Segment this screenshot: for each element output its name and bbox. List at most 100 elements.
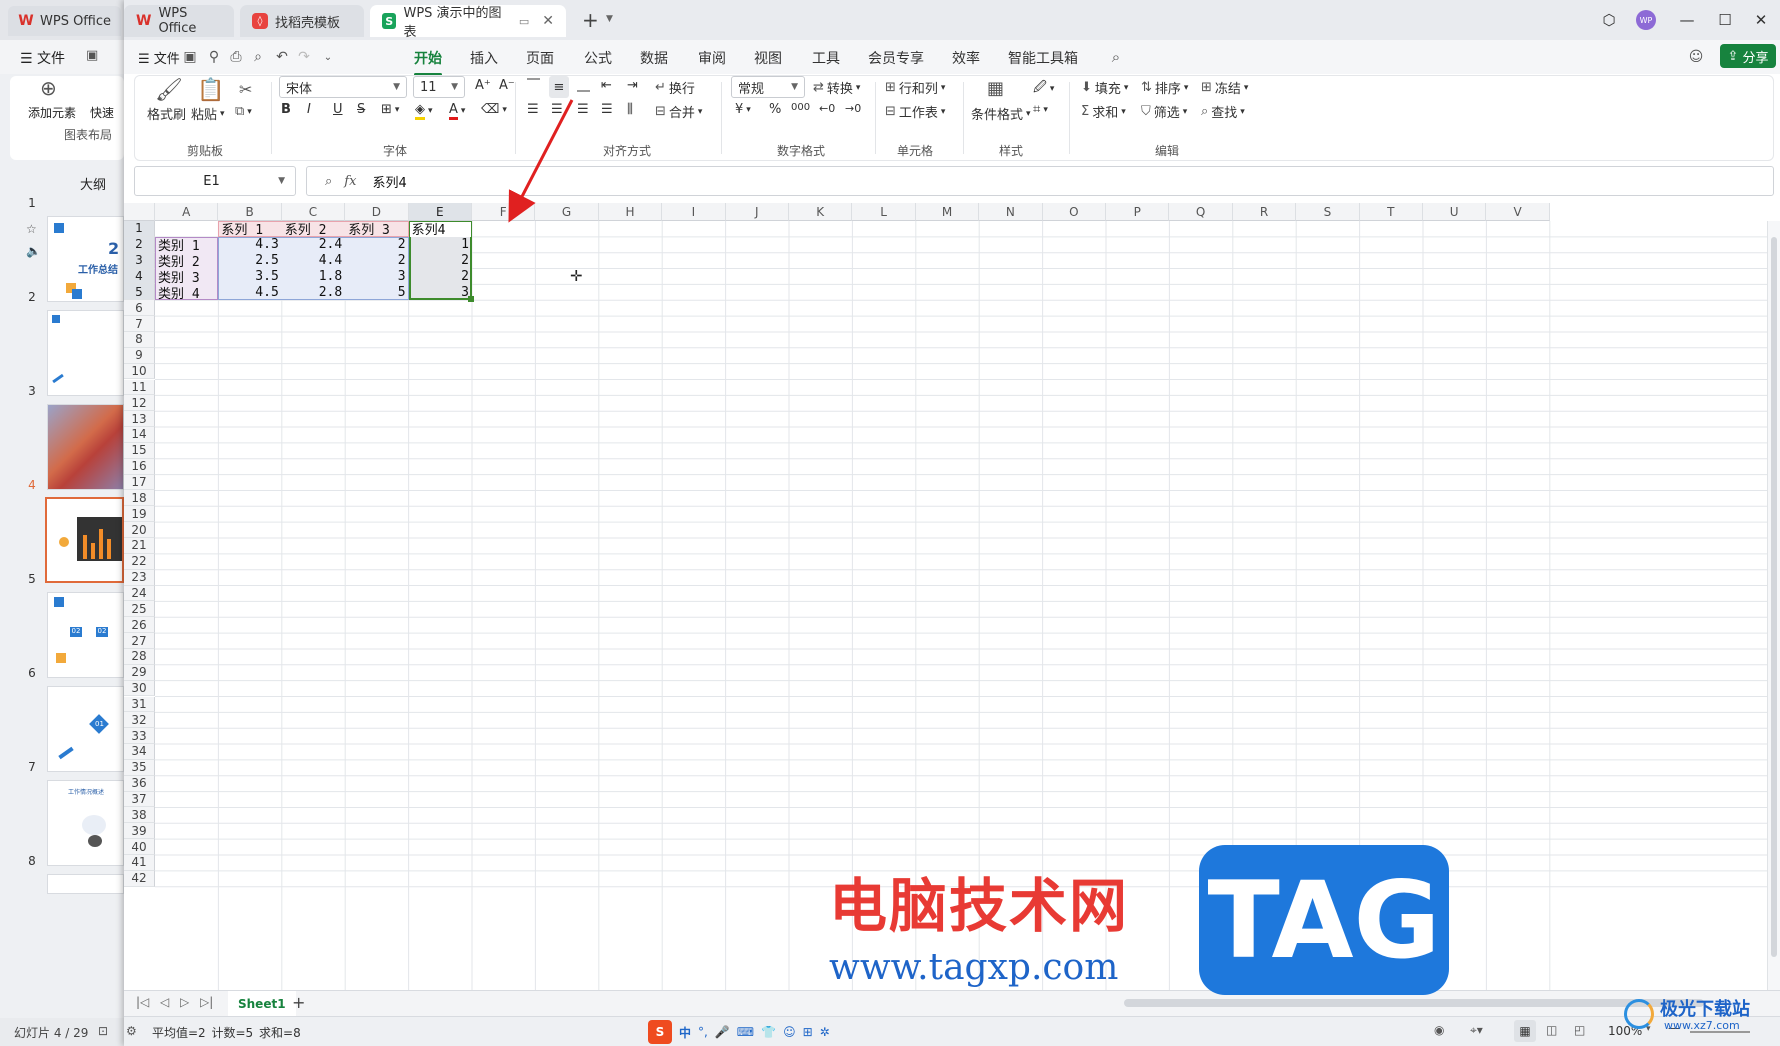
row-header-7[interactable]: 7 — [124, 316, 155, 332]
row-header-25[interactable]: 25 — [124, 601, 155, 618]
row-header-30[interactable]: 30 — [124, 680, 155, 697]
row-header-34[interactable]: 34 — [124, 744, 155, 760]
row-header-21[interactable]: 21 — [124, 538, 155, 554]
corner-watermark: 极光下载站 www.xz7.com — [1618, 995, 1780, 1035]
row-header-8[interactable]: 8 — [124, 331, 155, 348]
doc-icon[interactable]: ⊡ — [98, 1024, 108, 1038]
chart-layout-label: 图表布局 — [64, 128, 113, 142]
selection-summary: 平均值=2 计数=5 求和=8 — [152, 1026, 301, 1040]
target-icon[interactable]: ⌖▾ — [1470, 1023, 1483, 1038]
add-element-button[interactable]: 添加元素 — [28, 104, 76, 121]
vertical-scrollbar[interactable] — [1767, 221, 1780, 990]
row-header-32[interactable]: 32 — [124, 712, 155, 729]
grid-apps-icon[interactable]: ⊞ — [803, 1025, 813, 1039]
slide-number: 2 — [28, 290, 36, 304]
quick-button[interactable]: 快速 — [90, 104, 114, 121]
watermark-tag-logo: TAG — [1199, 845, 1449, 995]
row-header-35[interactable]: 35 — [124, 759, 155, 776]
next-sheet-icon[interactable]: ▷ — [180, 995, 189, 1009]
presentation-file-menu[interactable]: ☰ 文件 — [20, 48, 65, 68]
row-header-33[interactable]: 33 — [124, 728, 155, 745]
annotation-arrow — [508, 99, 574, 223]
page-layout-icon[interactable]: ◫ — [1546, 1023, 1557, 1037]
punctuation-icon[interactable]: °, — [698, 1025, 708, 1039]
slide-thumb-2[interactable] — [47, 310, 124, 396]
microphone-icon[interactable]: 🎤 — [715, 1025, 730, 1039]
row-header-9[interactable]: 9 — [124, 347, 155, 364]
row-header-6[interactable]: 6 — [124, 300, 155, 317]
slide-number: 4 — [28, 478, 36, 492]
slide-side-icons: ☆ 🔈 — [26, 222, 41, 258]
row-header-36[interactable]: 36 — [124, 775, 155, 792]
doc-settings-icon[interactable]: ⚙ — [126, 1024, 137, 1038]
page-break-icon[interactable]: ◰ — [1574, 1023, 1585, 1037]
slide-number: 6 — [28, 666, 36, 680]
outline-tab[interactable]: 大纲 — [80, 174, 106, 193]
row-header-26[interactable]: 26 — [124, 617, 155, 634]
presentation-ribbon: ⊕ 添加元素 快速 图表布局 — [10, 76, 124, 160]
slide-thumb-7[interactable]: 工作情况概述 — [47, 780, 124, 866]
slide-number: 8 — [28, 854, 36, 868]
slide-thumb-8[interactable] — [47, 874, 124, 894]
row-header-40[interactable]: 40 — [124, 839, 155, 855]
row-header-27[interactable]: 27 — [124, 633, 155, 649]
row-header-38[interactable]: 38 — [124, 807, 155, 824]
row-header-39[interactable]: 39 — [124, 823, 155, 840]
slide-number: 3 — [28, 384, 36, 398]
slide-thumb-3[interactable] — [47, 404, 124, 490]
corner-logo-icon — [1624, 999, 1654, 1029]
save-icon[interactable]: ▣ — [86, 48, 98, 63]
skin-icon[interactable]: 👕 — [761, 1025, 776, 1039]
robot-icon[interactable]: ☺ — [783, 1025, 796, 1039]
sogou-ime-icon[interactable]: S — [648, 1020, 672, 1044]
row-header-18[interactable]: 18 — [124, 490, 155, 507]
row-header-14[interactable]: 14 — [124, 427, 155, 443]
slide-panel: 大纲 ☆ 🔈 1 2 工作总结 2 3 4 5 02 02 6 01 7 工作情… — [0, 160, 124, 1020]
slide-thumb-4[interactable] — [45, 497, 124, 583]
slide-thumb-5[interactable]: 02 02 — [47, 592, 124, 678]
row-header-12[interactable]: 12 — [124, 395, 155, 412]
corner-watermark-url: www.xz7.com — [1664, 1019, 1740, 1032]
prev-sheet-icon[interactable]: ◁ — [160, 995, 169, 1009]
row-header-10[interactable]: 10 — [124, 363, 155, 380]
row-header-22[interactable]: 22 — [124, 553, 155, 570]
add-sheet-button[interactable]: + — [292, 993, 305, 1012]
row-header-16[interactable]: 16 — [124, 458, 155, 475]
slide-counter: 幻灯片 4 / 29 — [14, 1025, 89, 1040]
row-header-23[interactable]: 23 — [124, 569, 155, 586]
row-header-13[interactable]: 13 — [124, 411, 155, 428]
first-sheet-icon[interactable]: |◁ — [136, 995, 149, 1009]
watermark-url: www.tagxp.com — [829, 947, 1119, 988]
ime-settings-icon[interactable]: ✲ — [820, 1025, 830, 1039]
normal-view-icon[interactable]: ▦ — [1514, 1020, 1536, 1042]
wps-logo-icon: W — [18, 13, 34, 29]
row-header-29[interactable]: 29 — [124, 664, 155, 681]
slide-thumb-6[interactable]: 01 — [47, 686, 124, 772]
slide-number: 1 — [28, 196, 36, 210]
row-header-24[interactable]: 24 — [124, 585, 155, 602]
row-header-37[interactable]: 37 — [124, 791, 155, 808]
watermark-cn-text: 电脑技术网 — [829, 872, 1130, 940]
presentation-tab-wps[interactable]: W WPS Office — [8, 6, 122, 36]
row-header-15[interactable]: 15 — [124, 442, 155, 459]
slide-number: 5 — [28, 572, 36, 586]
corner-watermark-text: 极光下载站 — [1660, 999, 1750, 1020]
row-header-19[interactable]: 19 — [124, 506, 155, 523]
status-bar: ⊡ ⚙ 平均值=2 计数=5 求和=8 S 中 °, 🎤 ⌨ 👕 ☺ ⊞ ✲ ◉… — [98, 1016, 1780, 1046]
ime-toolbar: S 中 °, 🎤 ⌨ 👕 ☺ ⊞ ✲ — [648, 1020, 830, 1044]
ime-mode[interactable]: 中 — [679, 1024, 691, 1041]
row-header-17[interactable]: 17 — [124, 474, 155, 491]
keyboard-icon[interactable]: ⌨ — [737, 1025, 754, 1039]
slide-thumb-1[interactable]: 2 工作总结 — [47, 216, 124, 302]
row-header-41[interactable]: 41 — [124, 855, 155, 871]
row-header-31[interactable]: 31 — [124, 696, 155, 713]
row-header-42[interactable]: 42 — [124, 870, 155, 887]
last-sheet-icon[interactable]: ▷| — [200, 995, 213, 1009]
sheet-tab-sheet1[interactable]: Sheet1 — [228, 991, 296, 1016]
slide-number: 7 — [28, 760, 36, 774]
eye-icon[interactable]: ◉ — [1434, 1023, 1444, 1037]
row-header-20[interactable]: 20 — [124, 522, 155, 538]
row-header-11[interactable]: 11 — [124, 379, 155, 396]
row-header-28[interactable]: 28 — [124, 648, 155, 665]
vertical-scroll-thumb[interactable] — [1771, 237, 1777, 957]
